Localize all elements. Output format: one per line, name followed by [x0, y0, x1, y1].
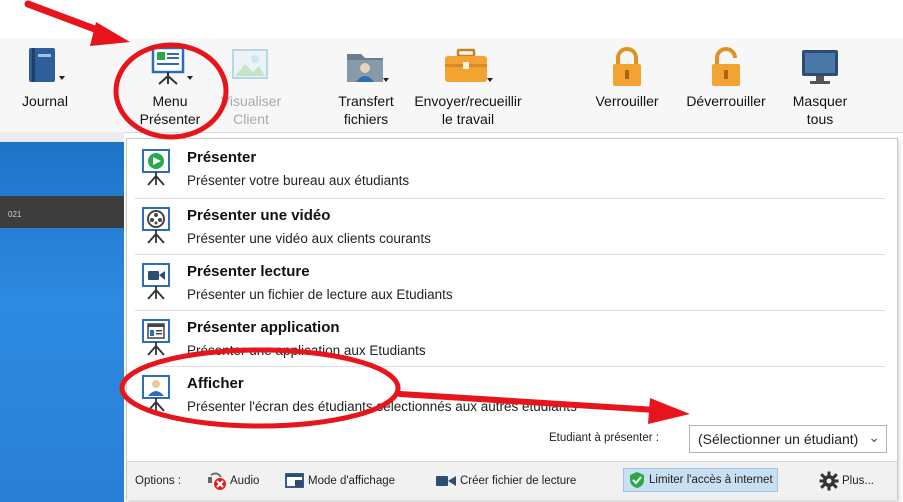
chevron-down-icon: ⌄ — [868, 429, 880, 445]
toolbar-unlock-label: Déverrouiller — [686, 93, 766, 109]
menu-item-present-application-desc: Présenter une application aux Etudiants — [187, 343, 426, 358]
menu-item-show-student-title: Afficher — [187, 375, 244, 392]
display-mode-icon — [285, 473, 304, 488]
display-mode-option-button[interactable]: Mode d'affichage — [285, 470, 395, 492]
toolbar-journal-label: Journal — [22, 93, 68, 109]
menu-item-present-video-desc: Présenter une vidéo aux clients courants — [187, 231, 431, 246]
unlock-icon — [712, 47, 740, 86]
present-video-icon — [142, 207, 170, 244]
menu-item-show-student-desc: Présenter l'écran des étudiants sélectio… — [187, 399, 577, 414]
shield-check-icon — [630, 472, 644, 488]
monitor-icon — [802, 50, 838, 84]
view-client-icon — [232, 49, 268, 79]
show-student-icon — [142, 375, 170, 412]
menu-item-present-replay-desc: Présenter un fichier de lecture aux Etud… — [187, 287, 453, 302]
briefcase-icon — [445, 48, 493, 82]
create-replay-option-button[interactable]: Créer fichier de lecture — [435, 470, 576, 492]
menu-item-present-video-title: Présenter une vidéo — [187, 207, 331, 224]
create-replay-option-label: Créer fichier de lecture — [460, 475, 577, 487]
menu-item-present-replay-title: Présenter lecture — [187, 263, 310, 280]
toolbar-send-collect-button[interactable]: Envoyer/recueillir le travail — [408, 38, 528, 132]
video-camera-icon — [436, 476, 456, 486]
menu-item-present-video[interactable]: Présenter une vidéo Présenter une vidéo … — [127, 199, 897, 255]
present-replay-icon — [142, 263, 170, 300]
toolbar-journal-button[interactable]: Journal — [14, 38, 76, 132]
toolbar-view-client-button[interactable]: Visualiser Client — [214, 38, 288, 132]
menu-item-show-student[interactable]: Afficher Présenter l'écran des étudiants… — [127, 367, 897, 423]
more-options-button[interactable]: Plus... — [819, 470, 874, 492]
lock-icon — [613, 47, 641, 86]
menu-item-presenter[interactable]: Présenter Présenter votre bureau aux étu… — [127, 141, 897, 197]
menu-item-present-replay[interactable]: Présenter lecture Présenter un fichier d… — [127, 255, 897, 311]
toolbar-file-transfer-label: Transfert fichiers — [338, 93, 394, 127]
toolbar-menu-presenter-label: Menu Présenter — [139, 93, 201, 127]
toolbar: Journal Menu Présenter Visualiser Client — [0, 38, 903, 133]
toolbar-file-transfer-button[interactable]: Transfert fichiers — [330, 38, 402, 132]
more-options-label: Plus... — [842, 475, 874, 487]
background-taskbar-text: 021 — [8, 210, 22, 219]
toolbar-send-collect-label: Envoyer/recueillir le travail — [414, 93, 522, 127]
journal-icon — [29, 48, 65, 82]
toolbar-unlock-button[interactable]: Déverrouiller — [674, 38, 778, 132]
menu-item-present-application[interactable]: Présenter application Présenter une appl… — [127, 311, 897, 367]
toolbar-lock-label: Verrouiller — [595, 93, 659, 109]
menu-item-presenter-desc: Présenter votre bureau aux étudiants — [187, 173, 410, 188]
file-transfer-icon — [347, 54, 389, 82]
presenter-menu-icon — [151, 46, 193, 85]
present-application-icon — [142, 319, 170, 356]
toolbar-view-client-label: Visualiser Client — [220, 93, 282, 127]
student-select-dropdown[interactable]: (Sélectionner un étudiant) ⌄ — [689, 425, 887, 453]
student-select-value: (Sélectionner un étudiant) — [698, 431, 859, 447]
toolbar-menu-presenter-button[interactable]: Menu Présenter — [130, 38, 210, 132]
menu-item-present-application-title: Présenter application — [187, 319, 340, 336]
student-select-label: Etudiant à présenter : — [549, 432, 659, 444]
toolbar-lock-button[interactable]: Verrouiller — [588, 38, 666, 132]
background-strip — [0, 132, 124, 142]
audio-option-label: Audio — [230, 475, 260, 487]
present-play-icon — [142, 149, 170, 186]
limit-internet-option-button[interactable]: Limiter l'accès à internet — [623, 468, 778, 492]
toolbar-hide-all-label: Masquer tous — [792, 93, 848, 127]
options-label: Options : — [135, 475, 182, 487]
gear-icon — [819, 471, 839, 491]
presenter-dropdown-menu: Présenter Présenter votre bureau aux étu… — [126, 138, 898, 500]
background-taskbar: 021 — [0, 196, 124, 228]
options-bar: Options : Audio Mode d'affichage Créer f… — [127, 461, 897, 500]
limit-internet-option-label: Limiter l'accès à internet — [649, 474, 773, 486]
menu-item-presenter-title: Présenter — [187, 149, 257, 166]
audio-option-button[interactable]: Audio — [205, 470, 259, 492]
audio-muted-icon — [208, 472, 226, 490]
toolbar-hide-all-button[interactable]: Masquer tous — [780, 38, 860, 132]
display-mode-option-label: Mode d'affichage — [308, 475, 396, 487]
